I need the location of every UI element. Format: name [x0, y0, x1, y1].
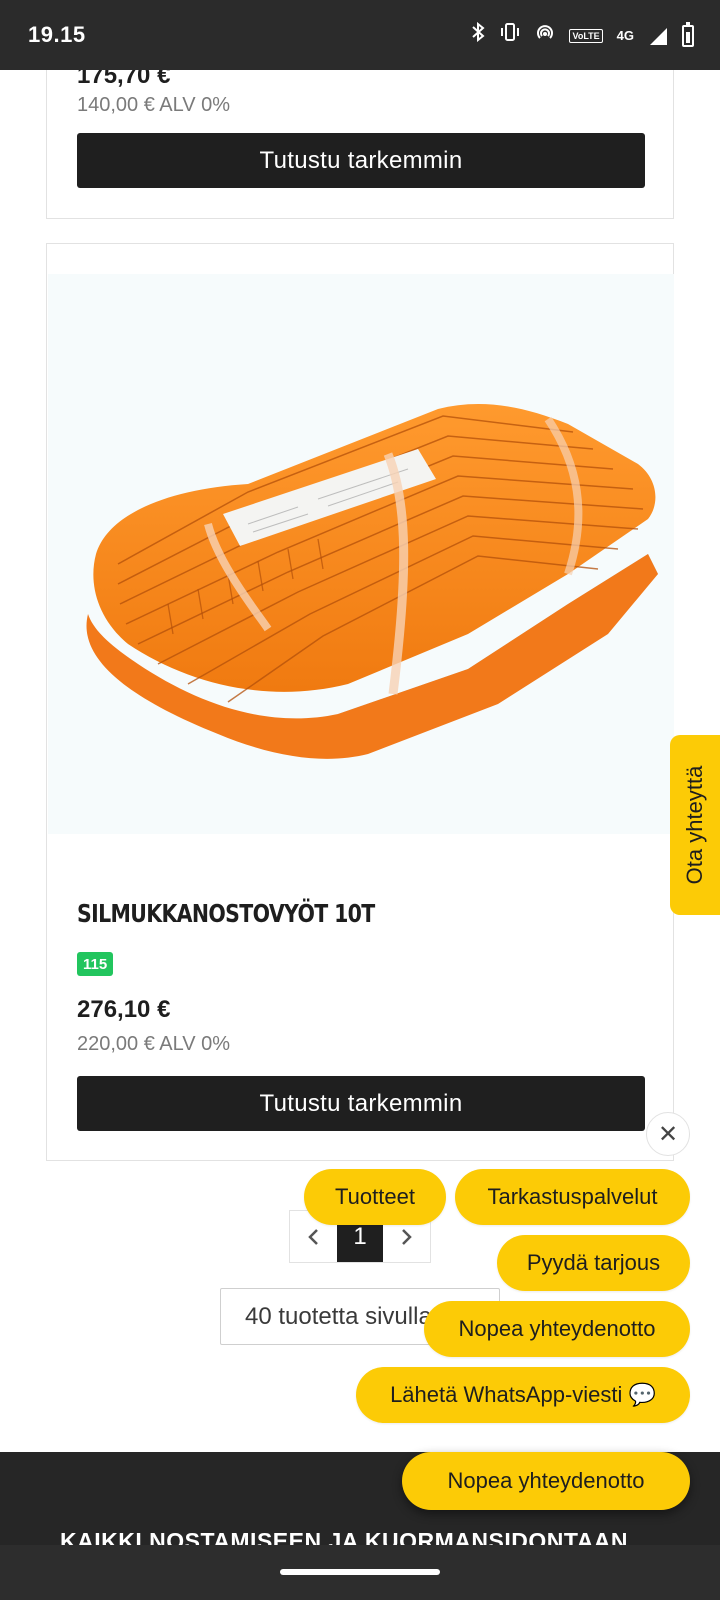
- status-icons: VoLTE 4G: [471, 21, 694, 49]
- network-type: 4G: [616, 27, 634, 43]
- menu-inspection-services-button[interactable]: Tarkastuspalvelut: [455, 1169, 690, 1225]
- contact-side-tab[interactable]: Ota yhteyttä: [670, 735, 720, 915]
- close-icon[interactable]: ✕: [646, 1112, 690, 1156]
- menu-request-quote-button[interactable]: Pyydä tarjous: [497, 1235, 690, 1291]
- vibrate-icon: [499, 22, 521, 49]
- menu-whatsapp-button[interactable]: Lähetä WhatsApp-viesti 💬: [356, 1367, 690, 1423]
- battery-icon: [682, 21, 694, 47]
- product-image[interactable]: [48, 274, 674, 834]
- bluetooth-icon: [471, 21, 486, 49]
- home-indicator[interactable]: [280, 1569, 440, 1575]
- screen: 175,70 € 140,00 € ALV 0% Tutustu tarkemm…: [0, 0, 720, 1600]
- details-button[interactable]: Tutustu tarkemmin: [77, 1076, 645, 1131]
- quick-contact-fab[interactable]: Nopea yhteydenotto: [402, 1452, 690, 1510]
- navigation-bar: [0, 1545, 720, 1600]
- product-price-vat0: 220,00 € ALV 0%: [77, 1033, 231, 1055]
- signal-icon: [648, 26, 668, 46]
- product-price-vat0: 140,00 € ALV 0%: [77, 94, 231, 116]
- volte-icon: VoLTE: [569, 28, 603, 43]
- contact-side-tab-label: Ota yhteyttä: [682, 765, 707, 885]
- product-card: SILMUKKANOSTOVYÖT 10T 115 276,10 € 220,0…: [46, 243, 674, 1161]
- product-title[interactable]: SILMUKKANOSTOVYÖT 10T: [77, 899, 375, 928]
- menu-products-button[interactable]: Tuotteet: [304, 1169, 446, 1225]
- lifting-sling-illustration: [86, 404, 658, 759]
- stock-badge: 115: [77, 952, 114, 976]
- product-price: 276,10 €: [77, 996, 171, 1023]
- hotspot-icon: [535, 22, 555, 49]
- menu-quick-contact-button[interactable]: Nopea yhteydenotto: [424, 1301, 690, 1357]
- status-time: 19.15: [28, 22, 86, 47]
- details-button[interactable]: Tutustu tarkemmin: [77, 133, 645, 188]
- status-bar: 19.15 VoLTE 4G: [0, 0, 720, 70]
